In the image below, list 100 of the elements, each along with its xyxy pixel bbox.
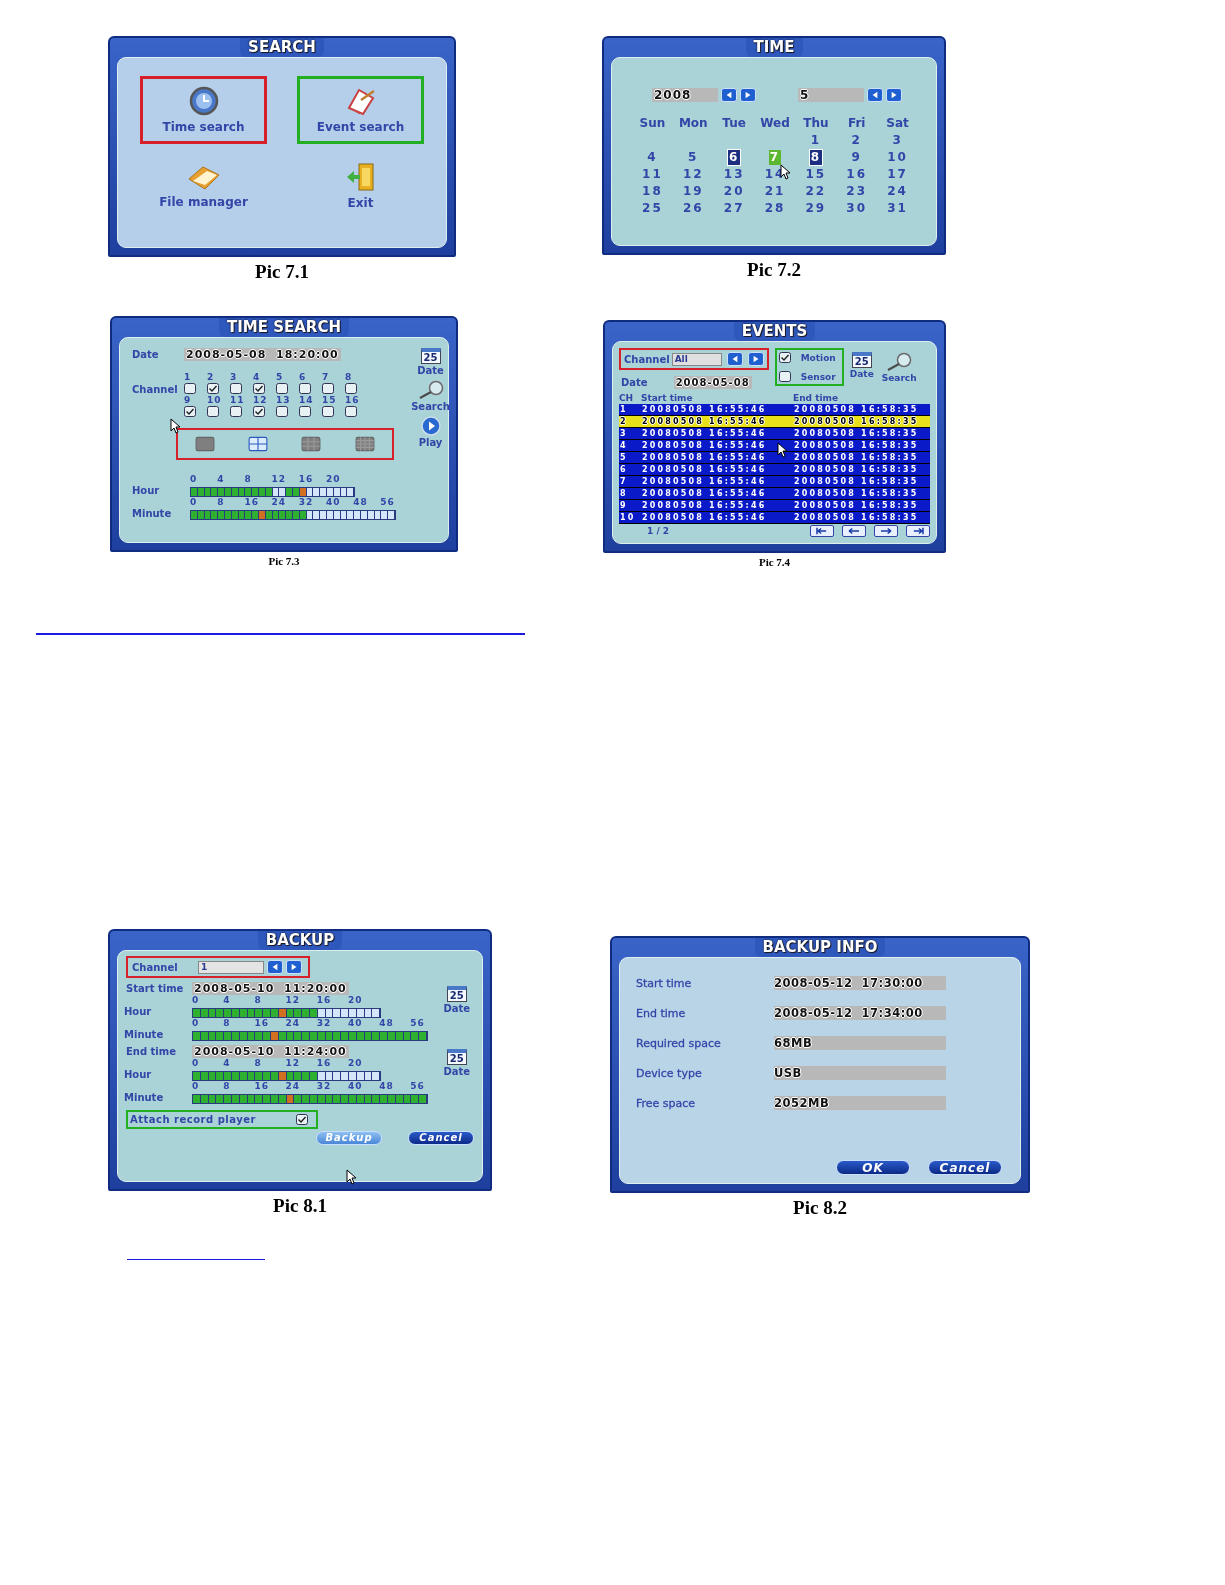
timeline-bar[interactable] — [192, 1094, 428, 1104]
timeline-cell[interactable] — [341, 1009, 349, 1017]
timeline-cell[interactable] — [224, 1009, 232, 1017]
timeline-cell[interactable] — [193, 1009, 201, 1017]
calendar-day[interactable]: 22 — [804, 184, 828, 199]
timeline-cell[interactable] — [200, 1009, 209, 1017]
checkbox[interactable] — [345, 406, 357, 417]
next-button[interactable] — [886, 88, 902, 102]
single-view-icon[interactable] — [194, 436, 215, 452]
timeline-cell[interactable] — [325, 1009, 334, 1017]
timeline-cell[interactable] — [403, 1095, 412, 1103]
menu-item[interactable]: Event search — [297, 76, 424, 144]
timeline-cell[interactable] — [216, 1072, 225, 1080]
timeline-cell[interactable] — [325, 1095, 334, 1103]
timeline-cell[interactable] — [333, 1032, 342, 1040]
timeline-cell[interactable] — [372, 1032, 381, 1040]
timeline-cell[interactable] — [372, 1095, 381, 1103]
timeline-cell[interactable] — [372, 1009, 381, 1017]
timeline-cell[interactable] — [239, 1095, 248, 1103]
sixteen-view-icon[interactable] — [354, 436, 375, 452]
timeline-cell[interactable] — [239, 1072, 248, 1080]
table-row[interactable]: 4 20080508 16:55:46 20080508 16:58:35 — [619, 440, 930, 452]
next-button[interactable] — [740, 88, 756, 102]
timeline-cell[interactable] — [270, 1032, 279, 1040]
checkbox[interactable] — [276, 406, 288, 417]
timeline-cell[interactable] — [216, 1095, 225, 1103]
calendar-day[interactable]: 26 — [681, 201, 705, 216]
timeline-cell[interactable] — [348, 1032, 357, 1040]
checkbox[interactable] — [322, 406, 334, 417]
timeline-cell[interactable] — [218, 488, 225, 496]
timeline-cell[interactable] — [200, 1032, 209, 1040]
timeline-cell[interactable] — [255, 1095, 264, 1103]
timeline-cell[interactable] — [403, 1032, 412, 1040]
timeline-cell[interactable] — [225, 511, 232, 519]
table-row[interactable]: 6 20080508 16:55:46 20080508 16:58:35 — [619, 464, 930, 476]
timeline-cell[interactable] — [320, 511, 327, 519]
timeline-cell[interactable] — [380, 1032, 388, 1040]
timeline-cell[interactable] — [333, 1095, 342, 1103]
timeline-cell[interactable] — [419, 1032, 427, 1040]
timeline-cell[interactable] — [294, 1095, 303, 1103]
calendar-day[interactable]: 20 — [722, 184, 746, 199]
timeline-cell[interactable] — [252, 488, 259, 496]
timeline-cell[interactable] — [224, 1072, 232, 1080]
previous-button[interactable] — [267, 960, 283, 974]
timeline-cell[interactable] — [309, 1072, 318, 1080]
timeline-cell[interactable] — [317, 1095, 326, 1103]
timeline-cell[interactable] — [263, 1072, 271, 1080]
timeline-cell[interactable] — [411, 1032, 420, 1040]
next-page-button[interactable] — [874, 525, 898, 537]
timeline-cell[interactable] — [326, 488, 334, 496]
date-button[interactable]: 25 Date — [443, 986, 470, 1014]
checkbox[interactable] — [230, 406, 242, 417]
timeline-cell[interactable] — [224, 1095, 232, 1103]
channel-field[interactable]: 1 — [198, 960, 264, 974]
timeline-cell[interactable] — [258, 511, 266, 519]
timeline-cell[interactable] — [278, 1095, 287, 1103]
timeline-cell[interactable] — [200, 1095, 209, 1103]
timeline-cell[interactable] — [191, 511, 198, 519]
timeline-cell[interactable] — [208, 1032, 217, 1040]
channel-field[interactable]: All — [671, 352, 722, 366]
timeline-cell[interactable] — [270, 1072, 279, 1080]
calendar-day[interactable]: 12 — [681, 167, 705, 182]
timeline-cell[interactable] — [387, 1095, 396, 1103]
confirm-button[interactable]: Backup — [316, 1131, 382, 1145]
timeline-cell[interactable] — [364, 1072, 373, 1080]
menu-item[interactable]: Time search — [140, 76, 267, 144]
table-row[interactable]: 3 20080508 16:55:46 20080508 16:58:35 — [619, 428, 930, 440]
calendar-day[interactable]: 31 — [886, 201, 909, 216]
timeline-cell[interactable] — [239, 1032, 248, 1040]
timeline-cell[interactable] — [286, 511, 293, 519]
timeline-cell[interactable] — [325, 1032, 334, 1040]
timeline-cell[interactable] — [299, 488, 307, 496]
timeline-cell[interactable] — [341, 1072, 349, 1080]
calendar-day[interactable]: 25 — [641, 201, 664, 216]
timeline-cell[interactable] — [364, 1009, 373, 1017]
date-button[interactable]: 25 Date — [443, 1049, 470, 1077]
timeline-cell[interactable] — [294, 1072, 303, 1080]
timeline-cell[interactable] — [286, 488, 293, 496]
date-button[interactable]: 25 Date — [849, 352, 874, 379]
timeline-cell[interactable] — [354, 511, 361, 519]
calendar-day[interactable]: 18 — [641, 184, 664, 199]
timeline-cell[interactable] — [245, 488, 253, 496]
timeline-cell[interactable] — [333, 488, 341, 496]
previous-button[interactable] — [721, 88, 737, 102]
timeline-cell[interactable] — [193, 1072, 201, 1080]
timeline-cell[interactable] — [309, 1095, 318, 1103]
timeline-cell[interactable] — [356, 1072, 365, 1080]
timeline-cell[interactable] — [348, 1095, 357, 1103]
timeline-cell[interactable] — [208, 1095, 217, 1103]
table-row[interactable]: 8 20080508 16:55:46 20080508 16:58:35 — [619, 488, 930, 500]
timeline-cell[interactable] — [247, 1072, 256, 1080]
timeline-cell[interactable] — [313, 488, 321, 496]
table-row[interactable]: 2 20080508 16:55:46 20080508 16:58:35 — [619, 416, 930, 428]
timeline-cell[interactable] — [364, 1095, 373, 1103]
search-button[interactable]: Search — [411, 380, 450, 412]
timeline-cell[interactable] — [309, 1032, 318, 1040]
timeline-cell[interactable] — [247, 1009, 256, 1017]
calendar-day[interactable]: 21 — [763, 184, 787, 199]
timeline-cell[interactable] — [232, 1009, 240, 1017]
timeline-cell[interactable] — [211, 488, 219, 496]
